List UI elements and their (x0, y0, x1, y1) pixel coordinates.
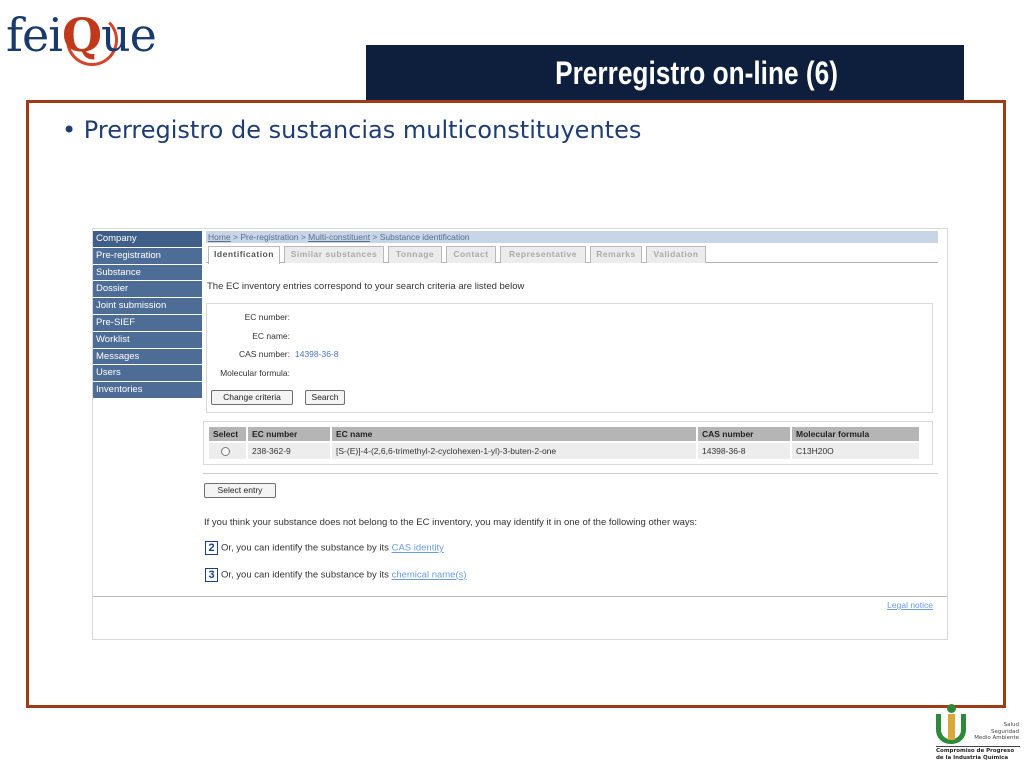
sidebar-item-worklist[interactable]: Worklist (93, 331, 202, 349)
logo-wordmark: feiQue (6, 8, 157, 62)
tab-identification[interactable]: Identification (208, 246, 280, 264)
ec-number-row: EC number: (207, 312, 290, 324)
row-ec-name: [S-(E)]-4-(2,6,6-trimethyl-2-cyclohexen-… (332, 443, 696, 459)
change-criteria-button[interactable]: Change criteria (211, 390, 293, 405)
cas-identity-link[interactable]: CAS identity (392, 543, 444, 554)
col-header-cas-number: CAS number (698, 427, 790, 441)
sidebar-item-pre-sief[interactable]: Pre-SIEF (93, 314, 202, 332)
breadcrumb-home[interactable]: Home (208, 232, 231, 242)
option-number-badge: 2 (205, 541, 218, 555)
row-cas-number: 14398-36-8 (698, 443, 790, 459)
slide-title-bar: Prerregistro on-line (6) (366, 45, 964, 103)
sidebar-item-joint-submission[interactable]: Joint submission (93, 298, 202, 315)
divider (203, 473, 938, 474)
option-chemical-name: 3 Or, you can identify the substance by i… (205, 568, 467, 582)
col-header-ec-number: EC number (248, 427, 330, 441)
feique-logo: feiQue (6, 8, 176, 72)
row-ec-number: 238-362-9 (248, 443, 330, 459)
results-table: Select EC number EC name CAS number Mole… (203, 421, 933, 465)
tab-bar: Identification Similar substances Tonnag… (206, 246, 938, 264)
search-criteria-panel: EC number: EC name: CAS number: 14398-36… (206, 303, 933, 413)
legal-notice-link[interactable]: Legal notice (887, 600, 933, 610)
bullet-point: • Prerregistro de sustancias multiconsti… (62, 116, 642, 144)
breadcrumb-multi-constituent[interactable]: Multi-constituent (308, 232, 370, 242)
sidebar-item-substance[interactable]: Substance (93, 264, 202, 282)
tab-representative[interactable]: Representative (500, 246, 586, 263)
tab-contact[interactable]: Contact (446, 246, 496, 263)
footer-divider (93, 596, 947, 597)
col-header-ec-name: EC name (332, 427, 696, 441)
breadcrumb-current: Substance identification (379, 232, 470, 242)
sidebar-item-pre-registration[interactable]: Pre-registration (93, 247, 202, 265)
slide-title: Prerregistro on-line (6) (555, 55, 838, 91)
sidebar-item-company[interactable]: Company (93, 231, 202, 248)
tab-similar-substances[interactable]: Similar substances (284, 246, 384, 263)
ec-number-label: EC number: (244, 312, 290, 322)
breadcrumb-pre-registration[interactable]: Pre-registration (240, 232, 298, 242)
row-select-cell (209, 443, 246, 459)
cas-number-row: CAS number: 14398-36-8 (207, 349, 339, 361)
badge-footer: Compromiso de Progreso de la Industria Q… (936, 748, 1015, 761)
option-cas-identity: 2 Or, you can identify the substance by i… (205, 541, 444, 555)
responsible-care-badge: Salud Seguridad Medio Ambiente Compromis… (932, 700, 1022, 766)
responsible-care-icon (934, 704, 968, 744)
row-molecular-formula: C13H20O (792, 443, 919, 459)
tab-tonnage[interactable]: Tonnage (388, 246, 442, 263)
tab-validation[interactable]: Validation (646, 246, 706, 263)
search-button[interactable]: Search (305, 390, 345, 405)
option-number-badge: 3 (205, 568, 218, 582)
ec-name-label: EC name: (252, 331, 290, 341)
results-intro-text: The EC inventory entries correspond to y… (207, 281, 525, 292)
molecular-formula-row: Molecular formula: (207, 368, 290, 380)
alternative-identification-text: If you think your substance does not bel… (204, 517, 698, 528)
sidebar-nav: Company Pre-registration Substance Dossi… (93, 231, 202, 399)
sidebar-item-inventories[interactable]: Inventories (93, 382, 202, 399)
badge-words: Salud Seguridad Medio Ambiente (974, 722, 1019, 741)
molecular-formula-label: Molecular formula: (220, 368, 290, 378)
sidebar-item-messages[interactable]: Messages (93, 348, 202, 366)
select-entry-button[interactable]: Select entry (204, 483, 276, 498)
cas-number-label: CAS number: (238, 349, 290, 359)
ec-name-row: EC name: (207, 331, 290, 343)
cas-number-value: 14398-36-8 (295, 349, 339, 359)
bullet-text: Prerregistro de sustancias multiconstitu… (83, 116, 642, 144)
col-header-molecular-formula: Molecular formula (792, 427, 919, 441)
select-radio[interactable] (221, 447, 230, 456)
col-header-select: Select (209, 427, 246, 441)
tab-remarks[interactable]: Remarks (590, 246, 642, 263)
option-text: Or, you can identify the substance by it… (221, 542, 392, 554)
breadcrumb: Home > Pre-registration > Multi-constitu… (206, 231, 938, 243)
option-text: Or, you can identify the substance by it… (221, 569, 392, 581)
sidebar-item-users[interactable]: Users (93, 365, 202, 383)
badge-divider (936, 746, 1020, 747)
app-screenshot: Company Pre-registration Substance Dossi… (92, 228, 948, 640)
chemical-name-link[interactable]: chemical name(s) (392, 570, 467, 581)
sidebar-item-dossier[interactable]: Dossier (93, 281, 202, 299)
